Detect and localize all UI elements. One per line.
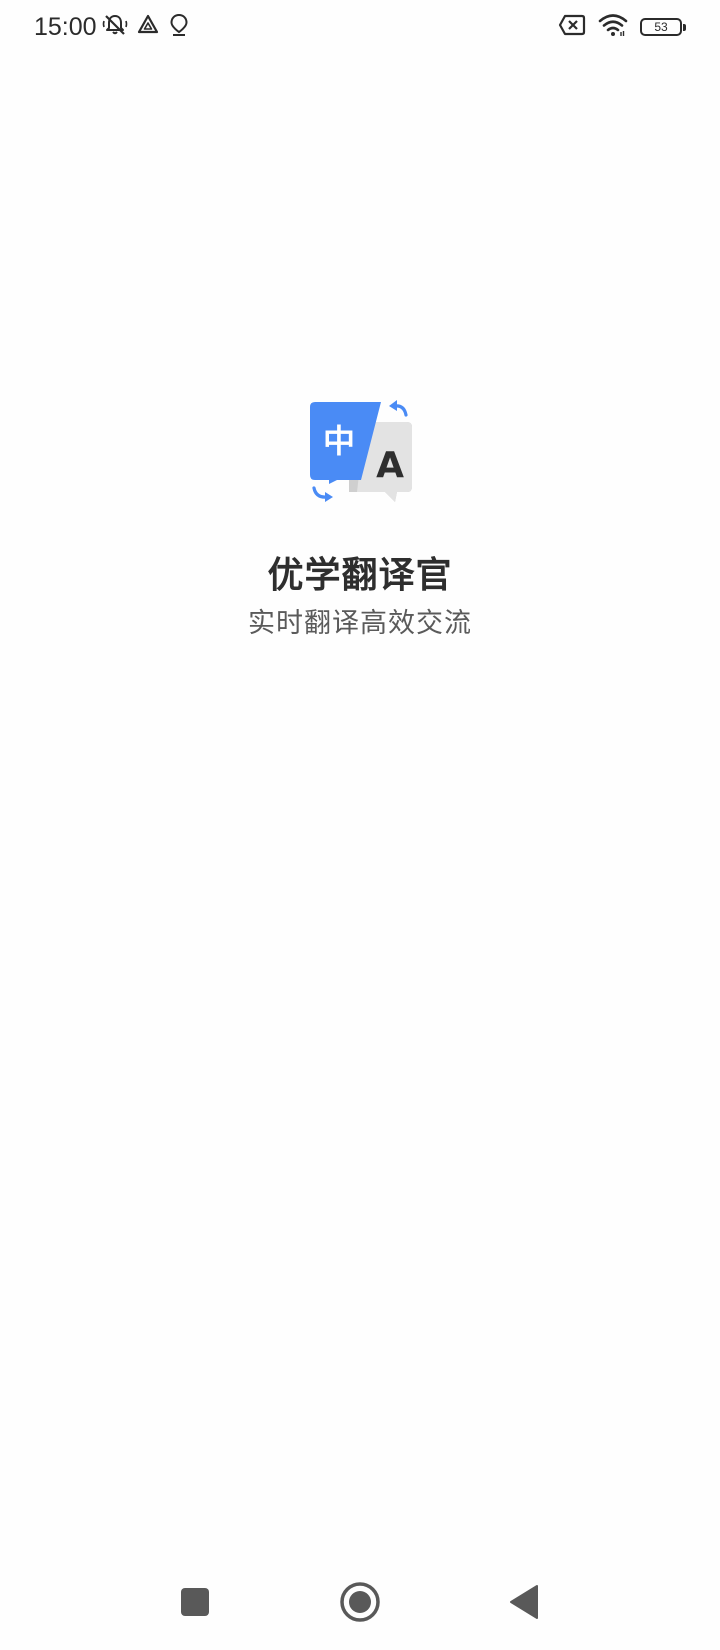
status-left-icons [102,12,190,42]
no-sim-icon [558,14,586,40]
navigation-bar [0,1554,720,1650]
translate-logo-icon: 中 A [305,400,415,510]
location-icon [168,13,190,41]
splash-content: 中 A 优学翻译官 实时翻译高效交流 [0,400,720,642]
wifi-icon [598,13,628,41]
home-button[interactable] [336,1578,384,1626]
logo-source-glyph: 中 [323,422,355,460]
back-button[interactable] [500,1578,548,1626]
drive-icon [136,13,160,41]
status-bar: 15:00 53 [0,0,720,56]
status-time: 15:00 [34,13,97,41]
app-name: 优学翻译官 [267,555,453,596]
splash-screen: 15:00 53 中 A 优学翻译官 实时翻译高效交流 [0,0,720,1650]
home-icon [340,1582,380,1622]
mute-notification-icon [102,12,128,42]
recents-icon [181,1588,209,1616]
back-icon [510,1585,538,1619]
logo-target-glyph: A [376,445,404,486]
app-slogan: 实时翻译高效交流 [248,608,472,639]
battery-level: 53 [654,20,668,34]
battery-icon: 53 [640,18,686,36]
recents-button[interactable] [171,1578,219,1626]
status-right-icons: 53 [558,12,686,42]
